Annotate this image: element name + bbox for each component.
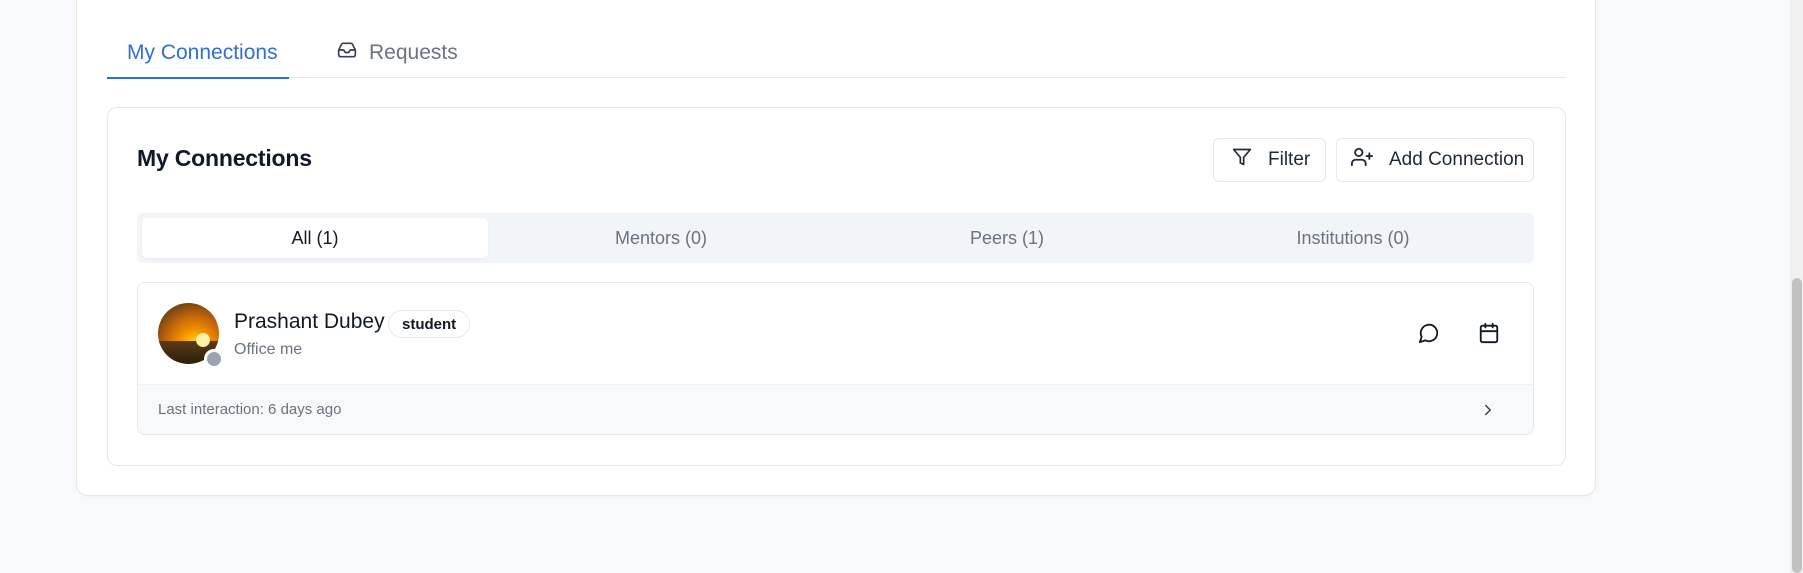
last-interaction: Last interaction: 6 days ago (158, 401, 342, 418)
connection-card[interactable]: Prashant Dubey student Office me Last in… (137, 282, 1534, 435)
scrollbar-thumb[interactable] (1792, 278, 1802, 573)
connection-tabs: My Connections Requests (107, 28, 1566, 79)
add-connection-button[interactable]: Add Connection (1336, 138, 1534, 182)
schedule-button[interactable] (1474, 320, 1504, 350)
tab-requests-label: Requests (369, 41, 458, 64)
connection-type-filter: All (1) Mentors (0) Peers (1) Institutio… (137, 213, 1534, 263)
connection-name[interactable]: Prashant Dubey (234, 310, 385, 334)
tab-my-connections[interactable]: My Connections (107, 28, 289, 79)
connection-subtitle: Office me (234, 341, 303, 358)
segment-all-label: All (1) (291, 227, 339, 248)
message-button[interactable] (1414, 320, 1444, 350)
calendar-icon (1478, 322, 1500, 349)
inbox-icon (337, 40, 369, 66)
connection-footer: Last interaction: 6 days ago (138, 384, 1533, 434)
tab-requests[interactable]: Requests (329, 28, 458, 78)
segment-institutions[interactable]: Institutions (0) (1180, 218, 1526, 258)
status-indicator (204, 349, 224, 369)
add-connection-label: Add Connection (1389, 149, 1525, 170)
chevron-right-icon[interactable] (1479, 401, 1497, 424)
role-badge: student (388, 310, 471, 338)
filter-button-label: Filter (1268, 149, 1311, 170)
segment-mentors-label: Mentors (0) (614, 227, 708, 248)
segment-peers-label: Peers (1) (969, 227, 1045, 248)
segment-all[interactable]: All (1) (142, 218, 488, 258)
segment-mentors[interactable]: Mentors (0) (488, 218, 834, 258)
segment-institutions-label: Institutions (0) (1296, 227, 1410, 248)
message-icon (1418, 322, 1440, 349)
user-plus-icon (1351, 146, 1389, 174)
filter-icon (1232, 147, 1268, 173)
section-title: My Connections (137, 145, 312, 171)
segment-peers[interactable]: Peers (1) (834, 218, 1180, 258)
filter-button[interactable]: Filter (1213, 138, 1326, 182)
tab-my-connections-label: My Connections (127, 41, 278, 64)
